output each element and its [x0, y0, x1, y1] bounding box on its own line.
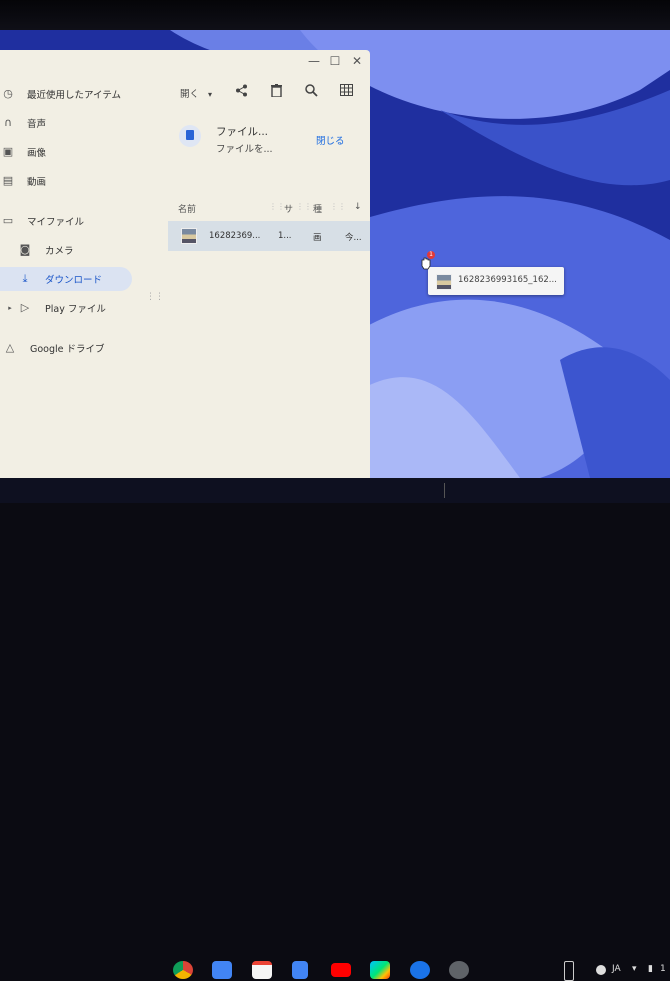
messages-icon[interactable] [410, 961, 430, 979]
sidebar-item-label: 最近使用したアイテム [27, 90, 122, 101]
sidebar-item-label: 画像 [27, 148, 47, 159]
column-resize-handle[interactable]: ⋮⋮ [296, 202, 312, 211]
image-thumbnail [181, 228, 197, 244]
column-resize-handle[interactable]: ⋮⋮ [269, 202, 285, 211]
sidebar-resize-handle[interactable]: ⋮⋮ [146, 292, 164, 302]
sidebar-item-label: Play ファイル [45, 304, 106, 315]
info-icon[interactable] [596, 965, 606, 975]
sidebar-item-play-files[interactable]: ▸ ▷ Play ファイル [0, 296, 160, 320]
column-header-size[interactable]: サ [284, 202, 293, 215]
docs-icon[interactable] [292, 961, 308, 979]
grab-cursor-icon [421, 257, 431, 270]
drive-badge-icon [179, 125, 201, 147]
file-size: 1... [278, 231, 292, 241]
grid-view-icon[interactable] [340, 84, 353, 100]
sidebar-item-audio[interactable]: ∩ 音声 [0, 111, 160, 135]
sidebar-item-images[interactable]: ▣ 画像 [0, 140, 160, 164]
sidebar-item-label: カメラ [45, 246, 74, 257]
column-resize-handle[interactable]: ⋮⋮ [330, 202, 346, 211]
sort-arrow-icon[interactable]: ↓ [354, 202, 362, 212]
files-app-window: — ☐ ✕ ◷ 最近使用したアイテム ∩ 音声 ▣ 画像 ▤ 動画 ▭ マイファ… [0, 50, 370, 478]
delete-icon[interactable] [271, 84, 282, 101]
clock-icon: ◷ [3, 87, 13, 100]
sidebar-item-camera[interactable]: ◙ カメラ [0, 238, 160, 262]
window-titlebar[interactable]: — ☐ ✕ [0, 50, 370, 72]
open-button[interactable]: 開く ▾ [180, 86, 212, 100]
chromeos-shelf: JA ▾ ▮ 1 [0, 478, 670, 981]
drag-filename: 1628236993165_162... [458, 275, 557, 285]
sidebar-item-videos[interactable]: ▤ 動画 [0, 169, 160, 193]
column-header-type[interactable]: 種 [313, 202, 322, 215]
clock-time[interactable]: 1 [660, 964, 666, 974]
banner-text: ファイルを... [216, 144, 273, 155]
chevron-down-icon: ▾ [208, 90, 213, 99]
sidebar-item-label: Google ドライブ [30, 344, 105, 355]
wifi-icon: ▾ [632, 964, 637, 974]
search-icon[interactable] [305, 84, 318, 101]
play-store-icon[interactable] [370, 961, 390, 979]
gmail-icon[interactable] [252, 961, 272, 979]
sidebar-item-downloads[interactable]: ⤓ ダウンロード [0, 267, 132, 291]
image-icon: ▣ [2, 145, 14, 158]
play-store-icon: ▷ [20, 301, 30, 314]
youtube-icon[interactable] [331, 963, 351, 977]
camera-icon: ◙ [19, 243, 31, 256]
file-type: 画 [313, 233, 322, 243]
sidebar-item-google-drive[interactable]: △ Google ドライブ [0, 336, 160, 360]
settings-icon[interactable] [449, 961, 469, 979]
shelf-divider [444, 483, 445, 498]
film-icon: ▤ [2, 174, 14, 187]
column-header-name[interactable]: 名前 [178, 202, 196, 215]
file-name: 16282369... [209, 231, 261, 241]
files-main-pane: 開く ▾ ファイル... ファイルを... 閉じる 名前 ⋮⋮ サ ⋮⋮ 種 ⋮… [168, 72, 370, 478]
sidebar-item-recent[interactable]: ◷ 最近使用したアイテム [0, 82, 160, 106]
sidebar-item-label: 動画 [27, 177, 47, 188]
minimize-button[interactable]: — [306, 53, 322, 69]
share-icon[interactable] [235, 84, 248, 101]
file-date: 今... [345, 233, 362, 243]
laptop-icon: ▭ [2, 214, 14, 227]
phone-hub-icon[interactable] [564, 961, 574, 981]
files-sidebar: ◷ 最近使用したアイテム ∩ 音声 ▣ 画像 ▤ 動画 ▭ マイファイル ◙ カ… [0, 72, 168, 478]
sidebar-item-label: マイファイル [27, 217, 85, 228]
sidebar-item-label: ダウンロード [45, 275, 103, 286]
maximize-button[interactable]: ☐ [327, 53, 343, 69]
image-thumbnail [436, 274, 452, 290]
chrome-icon[interactable] [173, 961, 193, 979]
table-row[interactable]: 16282369... 1... 画 今... [168, 221, 370, 251]
battery-icon: ▮ [648, 964, 653, 974]
drag-preview: 1628236993165_162... [428, 267, 564, 295]
banner-close-button[interactable]: 閉じる [316, 133, 345, 147]
headphones-icon: ∩ [3, 116, 13, 129]
expand-arrow-icon[interactable]: ▸ [4, 302, 16, 314]
banner-title: ファイル... [216, 126, 269, 138]
screen-bezel [0, 0, 670, 32]
sidebar-item-label: 音声 [27, 119, 47, 130]
sidebar-item-my-files[interactable]: ▭ マイファイル [0, 209, 160, 233]
ime-indicator[interactable]: JA [612, 964, 621, 974]
download-icon: ⤓ [22, 272, 28, 285]
open-label: 開く [180, 89, 200, 100]
drive-icon: △ [5, 341, 15, 354]
close-window-button[interactable]: ✕ [349, 53, 365, 69]
files-icon[interactable] [212, 961, 232, 979]
